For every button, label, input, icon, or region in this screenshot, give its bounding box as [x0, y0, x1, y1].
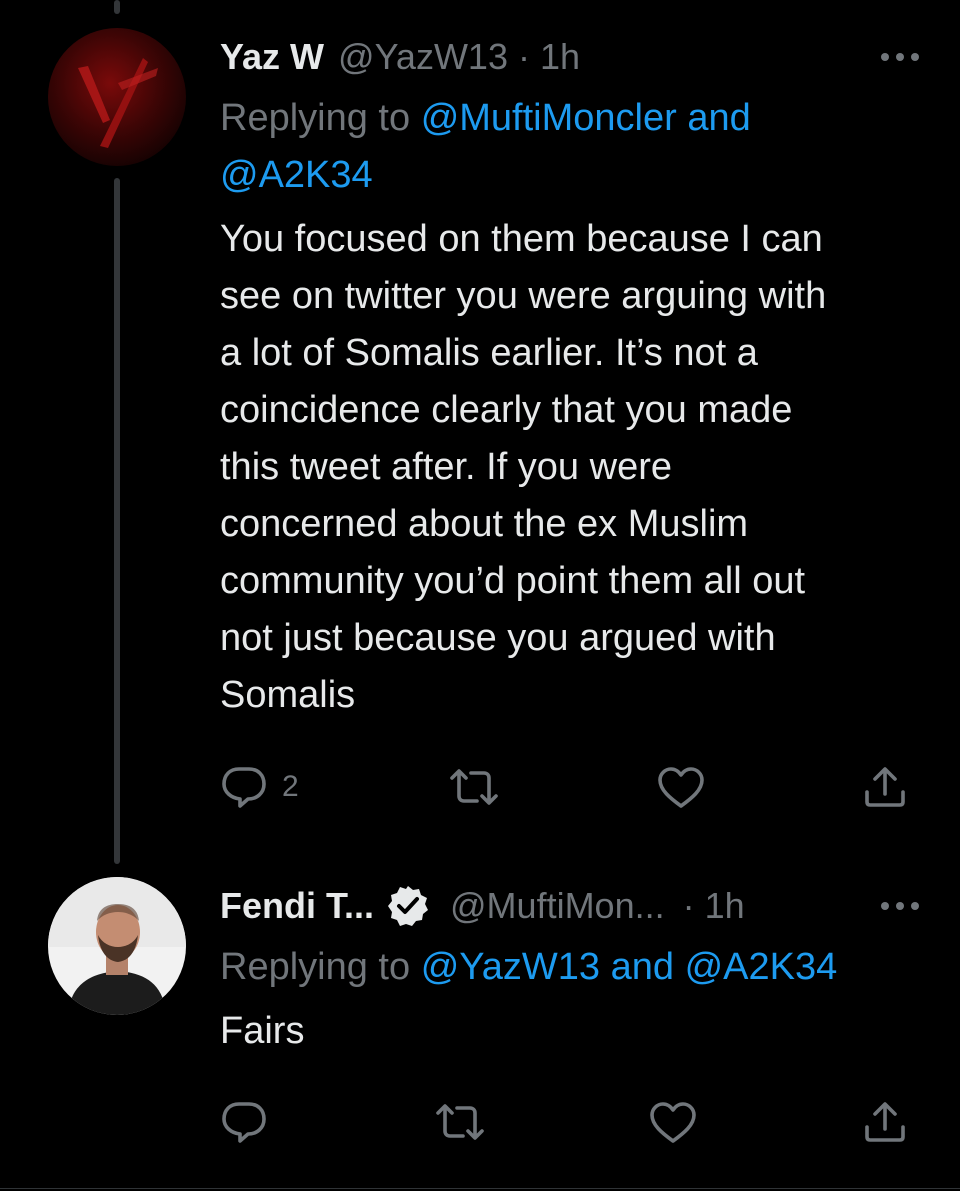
tweet-text-line: a lot of Somalis earlier. It’s not a — [220, 332, 758, 374]
avatar[interactable] — [48, 877, 186, 1015]
reply-icon — [222, 767, 266, 808]
divider — [0, 1188, 960, 1189]
separator-dot: · — [517, 36, 530, 77]
share-icon — [865, 1102, 905, 1142]
avatar-image — [48, 877, 186, 1015]
retweet-icon — [436, 1104, 484, 1140]
tweet-fendi-t[interactable]: Fendi T... @MuftiMon... · 1h Replying to… — [0, 865, 960, 1191]
tweet-text-line: You focused on them because I can — [220, 218, 823, 260]
replying-to-mentions[interactable]: @MuftiMoncler and — [421, 97, 751, 139]
tweet-text: Fairs — [220, 1010, 305, 1052]
more-options-button[interactable] — [880, 881, 920, 931]
like-button[interactable] — [656, 766, 706, 810]
reply-icon — [222, 1102, 266, 1143]
reply-count: 2 — [282, 770, 299, 803]
avatar-image — [48, 28, 186, 166]
display-name[interactable]: Yaz W — [220, 36, 324, 78]
like-icon — [650, 1102, 696, 1143]
share-button[interactable] — [862, 764, 908, 810]
retweet-button[interactable] — [448, 766, 500, 808]
tweet-header: Fendi T... @MuftiMon... · 1h — [220, 881, 920, 931]
tweet-text-line: not just because you argued with — [220, 617, 776, 659]
tweet-header: Yaz W @YazW13 · 1h — [220, 32, 920, 82]
replying-to: Replying to @MuftiMoncler and @A2K34 — [220, 90, 900, 204]
replying-to-mentions-2[interactable]: @A2K34 — [220, 154, 373, 196]
tweet-text-line: coincidence clearly that you made — [220, 389, 793, 431]
tweet-text-line: Somalis — [220, 674, 356, 716]
retweet-button[interactable] — [434, 1101, 486, 1143]
more-options-button[interactable] — [880, 32, 920, 82]
verified-badge-icon — [388, 886, 429, 926]
reply-button[interactable] — [220, 1099, 282, 1145]
tweet-text-line: concerned about the ex Muslim — [220, 503, 749, 545]
timestamp[interactable]: 1h — [540, 36, 580, 78]
more-icon — [881, 53, 919, 61]
replying-to-mentions[interactable]: @YazW13 and @A2K34 — [421, 946, 838, 988]
share-button[interactable] — [862, 1099, 908, 1145]
retweet-icon — [450, 769, 498, 805]
verified-badge — [386, 884, 430, 928]
tweet-text: You focused on them because I can see on… — [220, 211, 905, 724]
tweet-yaz-w[interactable]: Yaz W @YazW13 · 1h Replying to @MuftiMon… — [0, 0, 960, 865]
replying-to-label: Replying to — [220, 946, 411, 988]
tweet-text-line: see on twitter you were arguing with — [220, 275, 827, 317]
display-name[interactable]: Fendi T... — [220, 885, 374, 927]
separator-dot: · — [682, 885, 695, 926]
share-icon — [865, 767, 905, 807]
replying-to: Replying to @YazW13 and @A2K34 — [220, 939, 940, 996]
avatar[interactable] — [48, 28, 186, 166]
timestamp[interactable]: 1h — [705, 885, 745, 927]
tweet-text-line: this tweet after. If you were — [220, 446, 672, 488]
reply-button[interactable]: 2 — [220, 764, 299, 810]
tweet-text-line: community you’d point them all out — [220, 560, 806, 602]
user-handle[interactable]: @YazW13 — [338, 36, 508, 78]
replying-to-label: Replying to — [220, 97, 411, 139]
more-icon — [881, 902, 919, 910]
user-handle[interactable]: @MuftiMon... — [450, 885, 665, 927]
like-icon — [658, 767, 704, 808]
like-button[interactable] — [648, 1101, 698, 1145]
